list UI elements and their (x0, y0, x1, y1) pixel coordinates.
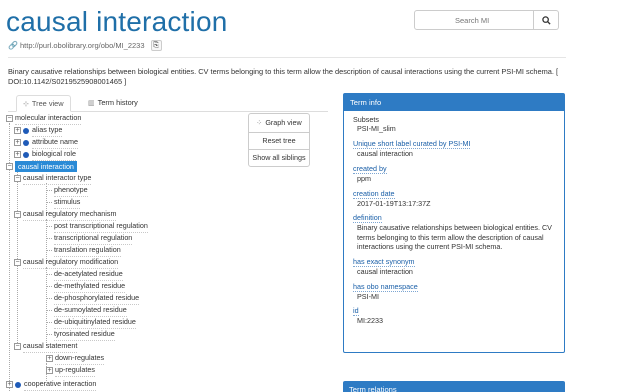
field-key[interactable]: has exact synonym (353, 257, 415, 267)
header-divider (8, 57, 566, 58)
term-info-field: has exact synonym causal interaction (353, 257, 556, 276)
link-icon: 🔗 (8, 41, 18, 50)
term-info-panel: Term info Subsets PSI-MI_slim Unique sho… (343, 93, 565, 353)
tree-leaf[interactable]: de-methylated residue (46, 281, 126, 293)
tree-node[interactable]: + attribute name (14, 137, 78, 149)
tree-button-group: ⁘ Graph view Reset tree Show all siblings (248, 113, 310, 167)
tree-leaf[interactable]: de-ubiquitinylated residue (46, 317, 136, 329)
tree-node[interactable]: + cooperative interaction (6, 379, 97, 391)
term-info-field: Unique short label curated by PSI-MI cau… (353, 139, 556, 158)
term-info-field: id MI:2233 (353, 306, 556, 325)
term-info-field: created by ppm (353, 164, 556, 183)
tree-node[interactable]: − causal regulatory modification (14, 257, 119, 269)
copy-icon[interactable]: ⎘ (150, 39, 162, 51)
term-uri[interactable]: http://purl.obolibrary.org/obo/MI_2233 (20, 41, 145, 50)
tree-leaf[interactable]: tyrosinated residue (46, 329, 115, 341)
has-children-dot-icon (15, 381, 21, 388)
term-info-header: Term info (344, 94, 564, 111)
search-input[interactable] (414, 10, 534, 30)
tree-leaf[interactable]: post transcriptional regulation (46, 221, 148, 233)
field-key[interactable]: definition (353, 213, 382, 224)
term-relations-header: Term relations (349, 385, 397, 392)
graph-icon: ⁘ (256, 118, 263, 127)
expand-icon[interactable]: + (6, 381, 13, 388)
tree-leaf[interactable]: phenotype (46, 185, 88, 197)
tree-leaf[interactable]: de-phosphorylated residue (46, 293, 140, 305)
collapse-icon[interactable]: − (14, 259, 21, 266)
has-children-dot-icon (23, 139, 29, 146)
field-key[interactable]: has obo namespace (353, 282, 418, 292)
tree-leaf[interactable]: de-sumoylated residue (46, 305, 127, 317)
term-info-field: definition Binary causative relationship… (353, 213, 556, 251)
field-key: Subsets (353, 115, 379, 124)
search-icon (541, 15, 551, 25)
search-button[interactable] (534, 10, 559, 30)
expand-icon[interactable]: + (46, 367, 53, 374)
view-tabs: ⊹ Tree view ▥ Term history (8, 95, 328, 112)
field-value: causal interaction (357, 149, 413, 159)
field-key[interactable]: id (353, 306, 359, 317)
field-value: Binary causative relationships between b… (357, 223, 552, 252)
tree-node-selected[interactable]: − causal interaction (6, 160, 77, 173)
term-uri-row: 🔗 http://purl.obolibrary.org/obo/MI_2233… (8, 39, 162, 51)
tab-term-history[interactable]: ▥ Term history (82, 95, 144, 112)
bar-chart-icon: ▥ (88, 100, 95, 107)
tree-leaf[interactable]: transcriptional regulation (46, 233, 133, 245)
term-description: Binary causative relationships between b… (8, 67, 559, 86)
term-info-body: Subsets PSI-MI_slim Unique short label c… (344, 111, 564, 326)
tree-node[interactable]: − causal regulatory mechanism (14, 209, 117, 221)
field-value: 2017-01-19T13:17:37Z (357, 198, 431, 208)
tree-leaf[interactable]: stimulus (46, 197, 81, 209)
term-info-field: creation date 2017-01-19T13:17:37Z (353, 189, 556, 208)
tree-icon: ⊹ (23, 101, 29, 108)
tree-node[interactable]: + up-regulates (46, 365, 95, 377)
field-value: causal interaction (357, 266, 413, 276)
collapse-icon[interactable]: − (6, 163, 13, 170)
tree-node[interactable]: − causal interactor type (14, 173, 92, 185)
field-value: PSI-MI_slim (357, 124, 396, 134)
expand-icon[interactable]: + (14, 139, 21, 146)
field-key[interactable]: Unique short label curated by PSI-MI (353, 139, 471, 150)
field-key[interactable]: creation date (353, 189, 395, 199)
field-key[interactable]: created by (353, 164, 387, 174)
term-info-field: Subsets PSI-MI_slim (353, 115, 556, 134)
field-value: PSI-MI (357, 291, 379, 301)
page-title: causal interaction (6, 6, 228, 37)
tree-node[interactable]: + biological role (14, 149, 76, 161)
has-children-dot-icon (23, 127, 29, 134)
tree-leaf[interactable]: de-acetylated residue (46, 269, 123, 281)
field-value: MI:2233 (357, 316, 383, 326)
expand-icon[interactable]: + (14, 151, 21, 158)
collapse-icon[interactable]: − (14, 343, 21, 350)
tree-node[interactable]: + alias type (14, 125, 63, 137)
term-relations-panel: Term relations (343, 381, 565, 392)
reset-tree-button[interactable]: Reset tree (248, 132, 310, 150)
expand-icon[interactable]: + (14, 127, 21, 134)
tree-leaf[interactable]: translation regulation (46, 245, 121, 257)
show-all-siblings-button[interactable]: Show all siblings (248, 149, 310, 167)
expand-icon[interactable]: + (46, 355, 53, 362)
term-info-field: has obo namespace PSI-MI (353, 282, 556, 301)
field-value: ppm (357, 173, 371, 183)
collapse-icon[interactable]: − (14, 211, 21, 218)
tree-node-root[interactable]: − molecular interaction (6, 113, 82, 125)
graph-view-button[interactable]: ⁘ Graph view (248, 113, 310, 133)
tab-tree-view[interactable]: ⊹ Tree view (16, 95, 71, 112)
collapse-icon[interactable]: − (14, 175, 21, 182)
tree-node[interactable]: + down-regulates (46, 353, 105, 365)
tree-node[interactable]: − causal statement (14, 341, 78, 353)
collapse-icon[interactable]: − (6, 115, 13, 122)
has-children-dot-icon (23, 151, 29, 158)
